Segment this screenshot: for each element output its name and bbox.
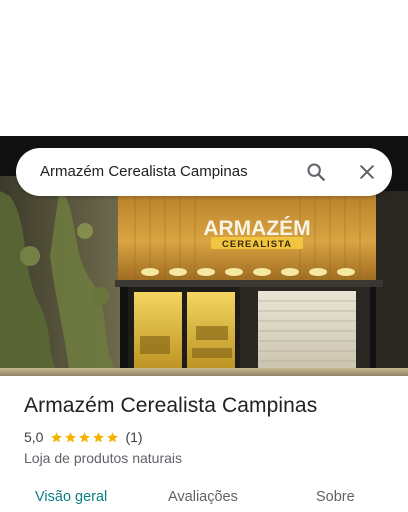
place-category: Loja de produtos naturais — [24, 450, 182, 466]
rating-value: 5,0 — [24, 429, 44, 445]
search-bar[interactable]: Armazém Cerealista Campinas — [16, 148, 392, 196]
tab-reviews[interactable]: Avaliações — [168, 489, 238, 505]
rating-row[interactable]: 5,0 (1) — [24, 429, 143, 445]
star-icon — [65, 431, 77, 442]
search-input[interactable]: Armazém Cerealista Campinas — [40, 148, 248, 196]
sign-line-1: ARMAZÉM — [203, 217, 310, 240]
tab-overview[interactable]: Visão geral — [35, 489, 107, 505]
map-blank-area — [0, 0, 408, 136]
star-icon — [79, 431, 91, 442]
star-rating — [50, 431, 120, 444]
star-icon — [107, 431, 119, 442]
tab-about[interactable]: Sobre — [316, 489, 355, 505]
place-name: Armazém Cerealista Campinas — [24, 394, 318, 417]
star-icon — [51, 431, 63, 442]
sign-line-2: CEREALISTA — [222, 239, 292, 250]
star-icon — [93, 431, 105, 442]
search-icon[interactable] — [302, 158, 330, 186]
review-count[interactable]: (1) — [125, 429, 142, 445]
close-icon[interactable] — [353, 158, 381, 186]
